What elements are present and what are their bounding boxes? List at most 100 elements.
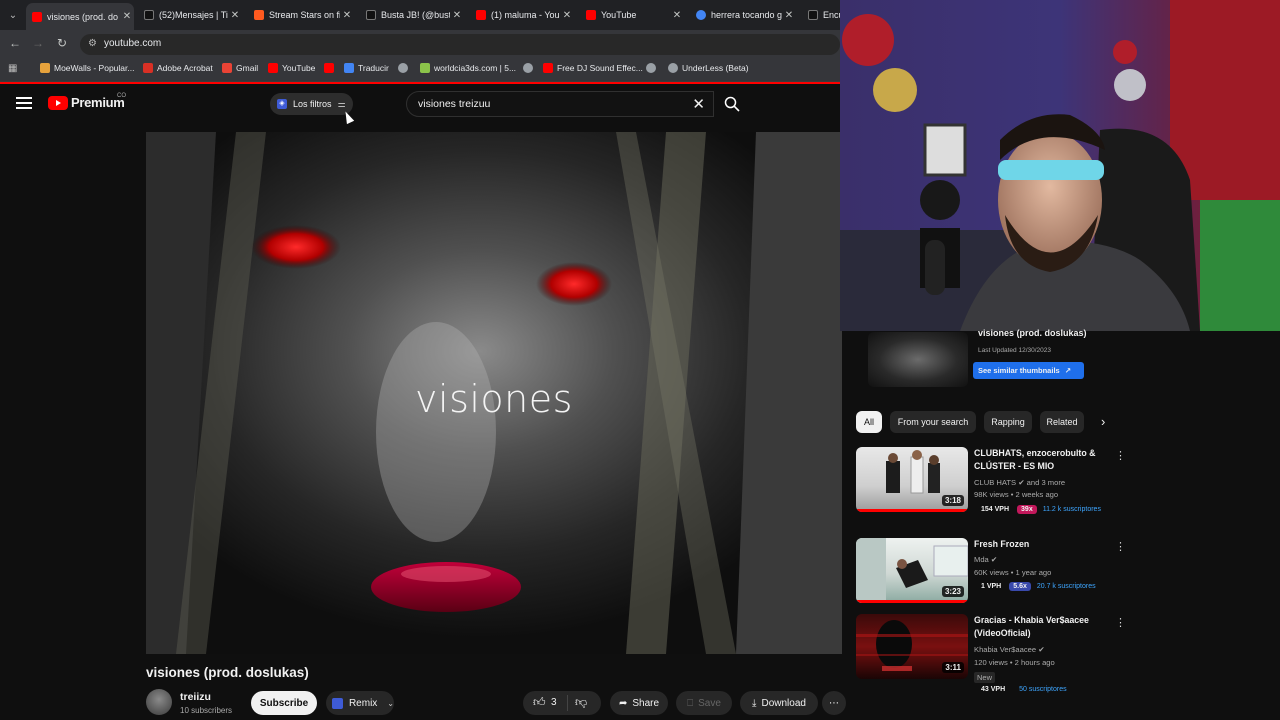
close-icon[interactable]: ✕ [782, 10, 796, 21]
save-button[interactable]: ⎕ Save [676, 691, 732, 715]
gmail-icon [222, 63, 232, 73]
chevron-down-icon: ⌄ [387, 698, 394, 708]
back-arrow-icon[interactable]: ← [7, 36, 23, 50]
url-text[interactable]: youtube.com [104, 38, 161, 49]
bookmark-youtube-2[interactable] [324, 63, 338, 73]
tab-search-icon[interactable]: ⌄ [4, 6, 22, 24]
globe-icon [398, 63, 408, 73]
tab-0[interactable]: visiones (prod. do ✕ [26, 3, 134, 30]
bookmark-youtube[interactable]: YouTube [268, 63, 315, 73]
recommendation-item[interactable]: 3:23 Fresh Frozen Mda ✔ 60K views • 1 ye… [856, 538, 1136, 610]
reload-icon[interactable]: ↻ [54, 36, 70, 50]
channel-name[interactable]: CLUB HATS [974, 478, 1016, 487]
youtube-logo[interactable]: Premium [48, 95, 125, 110]
recommendation-thumbnail[interactable]: 3:18 [856, 447, 968, 512]
see-similar-thumbnails-button[interactable]: See similar thumbnails ↗ [973, 362, 1084, 379]
chip-related[interactable]: Related [1040, 411, 1084, 433]
tab-2[interactable]: Stream Stars on fi ✕ [248, 3, 354, 27]
subscriber-stat: 20.7 k suscriptores [1036, 583, 1096, 590]
close-icon[interactable]: ✕ [120, 11, 134, 22]
bookmark-worldcia3ds[interactable]: worldcia3ds.com | 5... [420, 63, 516, 73]
like-icon[interactable]: 👍︎ [533, 695, 546, 710]
close-icon[interactable]: ✕ [228, 10, 242, 21]
bookmark-globe-2[interactable] [523, 63, 537, 73]
apps-grid-icon[interactable]: ▦ [8, 63, 17, 74]
playlist-title[interactable]: visiones (prod. doslukas) [978, 328, 1087, 338]
close-icon[interactable]: ✕ [450, 10, 464, 21]
see-similar-label: See similar thumbnails [978, 366, 1060, 375]
dislike-icon[interactable]: 👎︎ [575, 695, 587, 710]
country-code: CO [117, 93, 126, 99]
more-vert-icon[interactable]: ⋮ [1115, 616, 1126, 629]
bookmark-adobe-acrobat[interactable]: Adobe Acrobat [143, 63, 213, 73]
recommendation-title[interactable]: CLUBHATS, enzocerobulto & CLÚSTER - ES M… [974, 447, 1119, 473]
channel-extra: and 3 more [1026, 478, 1066, 487]
more-actions-button[interactable]: ⋯ [822, 691, 846, 715]
search-input[interactable]: visiones treizuu ✕ [406, 91, 714, 117]
channel-avatar[interactable] [146, 689, 172, 715]
tiktok-favicon-icon [144, 10, 154, 20]
recommendation-channel[interactable]: CLUB HATS ✔ and 3 more [974, 478, 1065, 487]
tab-7[interactable]: Encu [802, 3, 840, 27]
filters-button[interactable]: ◈ Los filtros ⚌ [270, 93, 353, 115]
video-player[interactable]: visiones [146, 132, 842, 654]
bookmark-label: UnderLess (Beta) [682, 63, 749, 73]
chevron-right-icon[interactable]: › [1101, 414, 1105, 429]
remix-icon [332, 697, 343, 709]
search-query[interactable]: visiones treizuu [418, 98, 490, 110]
tab-3[interactable]: Busta JB! (@busta ✕ [360, 3, 464, 27]
bookmark-label: MoeWalls - Popular... [54, 63, 135, 73]
recommendation-channel[interactable]: Khabia Ver$aacee ✔ [974, 645, 1045, 654]
recommendation-title[interactable]: Gracias - Khabia Ver$aacee (VideoOficial… [974, 614, 1119, 640]
close-icon[interactable]: ✕ [560, 10, 574, 21]
recommendation-thumbnail[interactable]: 3:23 [856, 538, 968, 603]
playlist-card[interactable]: visiones (prod. doslukas) Last Updated 1… [866, 328, 1126, 390]
download-icon: ⤓ [752, 697, 757, 709]
close-icon[interactable]: ✕ [670, 10, 684, 21]
bookmark-underless[interactable]: UnderLess (Beta) [668, 63, 749, 73]
channel-name[interactable]: Khabia Ver$aacee [974, 645, 1036, 654]
chip-from-your-search[interactable]: From your search [890, 411, 976, 433]
bookmark-globe-3[interactable] [646, 63, 660, 73]
recommendation-item[interactable]: 3:18 CLUBHATS, enzocerobulto & CLÚSTER -… [856, 447, 1136, 519]
channel-name[interactable]: treiizu [180, 691, 211, 703]
more-vert-icon[interactable]: ⋮ [1115, 540, 1126, 553]
subscribe-button[interactable]: Subscribe [251, 691, 317, 715]
bookmark-free-dj[interactable]: Free DJ Sound Effec... [543, 63, 643, 73]
chip-all[interactable]: All [856, 411, 882, 433]
address-bar[interactable]: ⚙ youtube.com [80, 34, 840, 55]
bookmark-traducir[interactable]: Traducir [344, 63, 389, 73]
search-button[interactable] [714, 91, 750, 117]
watch-progress-bar [856, 600, 968, 603]
bookmark-gmail[interactable]: Gmail [222, 63, 258, 73]
forward-arrow-icon[interactable]: → [30, 36, 46, 50]
moewalls-icon [40, 63, 50, 73]
recommendation-meta: 60K views • 1 year ago [974, 568, 1052, 577]
extension-icon: ◈ [277, 99, 287, 109]
recommendation-channel[interactable]: Mda ✔ [974, 555, 997, 564]
remix-button[interactable]: Remix ⌄ [326, 691, 394, 715]
download-button[interactable]: ⤓ Download [740, 691, 818, 715]
bookmark-globe[interactable] [398, 63, 412, 73]
menu-icon[interactable] [16, 97, 32, 111]
more-vert-icon[interactable]: ⋮ [1115, 449, 1126, 462]
recommendation-title[interactable]: Fresh Frozen [974, 538, 1119, 551]
video-overlay-text: visiones [415, 377, 573, 421]
close-icon[interactable]: ✕ [340, 10, 354, 21]
duration-badge: 3:23 [941, 586, 964, 597]
playlist-thumbnail[interactable] [868, 332, 968, 387]
share-button[interactable]: ➦ Share [610, 691, 668, 715]
chip-rapping[interactable]: Rapping [984, 411, 1032, 433]
bookmark-moewalls[interactable]: MoeWalls - Popular... [40, 63, 134, 73]
channel-name[interactable]: Mda [974, 555, 989, 564]
recommendation-thumbnail[interactable]: 3:11 [856, 614, 968, 679]
recommendation-item[interactable]: 3:11 Gracias - Khabia Ver$aacee (VideoOf… [856, 614, 1136, 693]
site-info-icon[interactable]: ⚙ [88, 38, 97, 49]
tab-4[interactable]: (1) maluma - You ✕ [470, 3, 574, 27]
vph-value: 43 VPH [981, 686, 1006, 693]
tab-5[interactable]: YouTube ✕ [580, 3, 684, 27]
tab-1[interactable]: (52)Mensajes | Tik ✕ [138, 3, 242, 27]
webcam-feed [840, 0, 1280, 331]
clear-search-icon[interactable]: ✕ [692, 95, 705, 113]
tab-6[interactable]: herrera tocando g ✕ [690, 3, 796, 27]
